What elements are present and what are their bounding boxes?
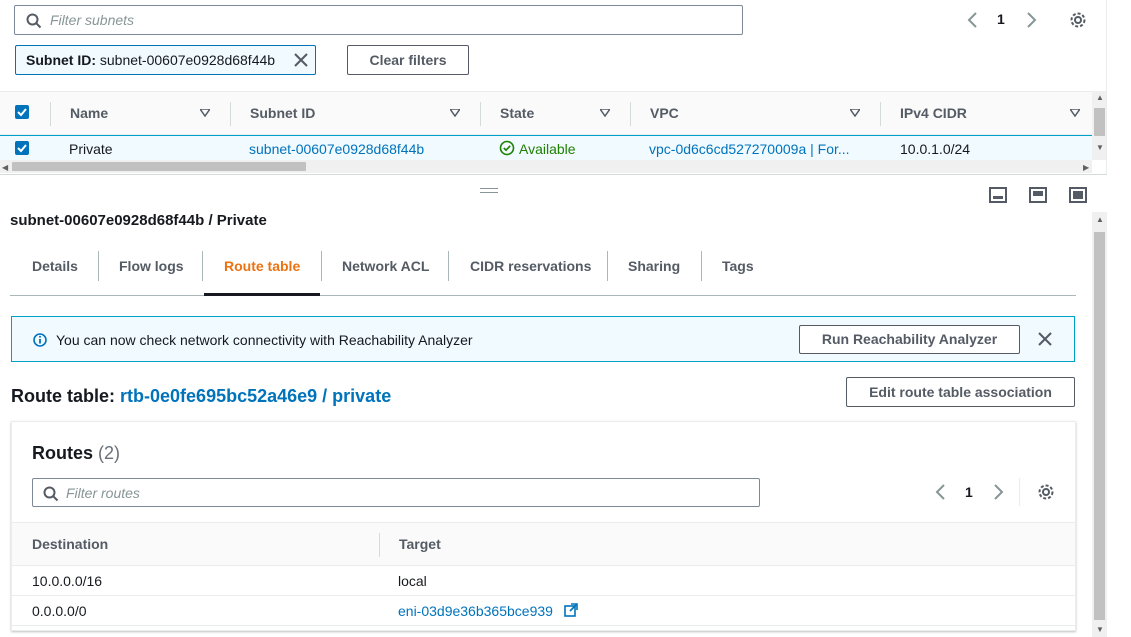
tab-tags[interactable]: Tags bbox=[722, 258, 754, 274]
column-header-target[interactable]: Target bbox=[399, 536, 441, 552]
search-icon bbox=[26, 13, 42, 29]
route-destination: 0.0.0.0/0 bbox=[32, 603, 87, 619]
filter-token-label: Subnet ID: subnet-00607e0928d68f44b bbox=[26, 52, 276, 68]
panel-position-full-icon[interactable] bbox=[1069, 187, 1087, 203]
routes-count: (2) bbox=[98, 443, 121, 463]
panel-position-bottom-icon[interactable] bbox=[989, 187, 1007, 203]
routes-filter-input[interactable]: Filter routes bbox=[32, 478, 760, 507]
next-page-icon[interactable] bbox=[993, 483, 1005, 501]
flash-message: You can now check network connectivity w… bbox=[56, 332, 473, 348]
settings-gear-icon[interactable] bbox=[1069, 11, 1087, 29]
route-destination: 10.0.0.0/16 bbox=[32, 573, 103, 589]
sort-caret-icon[interactable] bbox=[600, 109, 610, 117]
scroll-down-arrow-icon[interactable]: ▼ bbox=[1096, 625, 1104, 634]
edit-route-table-association-button[interactable]: Edit route table association bbox=[846, 377, 1075, 407]
row-vpc-link[interactable]: vpc-0d6c6cd527270009a | For... bbox=[649, 141, 850, 157]
route-table-heading: Route table: rtb-0e0fe695bc52a46e9 / pri… bbox=[11, 386, 391, 407]
column-header-name[interactable]: Name bbox=[70, 105, 108, 121]
route-table-label: Route table: bbox=[11, 386, 116, 406]
tab-bar: Details Flow logs Route table Network AC… bbox=[10, 248, 1076, 296]
close-icon[interactable] bbox=[293, 52, 309, 68]
tab-cidr-reservations[interactable]: CIDR reservations bbox=[470, 258, 591, 274]
table-row: 10.0.0.0/16 local bbox=[12, 566, 1075, 596]
routes-page-number[interactable]: 1 bbox=[965, 484, 973, 500]
row-name: Private bbox=[69, 141, 113, 157]
column-header-state[interactable]: State bbox=[500, 105, 534, 121]
row-subnet-id-link[interactable]: subnet-00607e0928d68f44b bbox=[249, 141, 424, 157]
subnet-filter-placeholder: Filter subnets bbox=[50, 12, 135, 28]
horizontal-scrollbar[interactable]: ◀ ▶ bbox=[0, 160, 1092, 173]
table-row: 0.0.0.0/0 eni-03d9e36b365bce939 bbox=[12, 596, 1075, 626]
tab-sharing[interactable]: Sharing bbox=[628, 258, 680, 274]
row-state: Available bbox=[519, 141, 576, 157]
sort-caret-icon[interactable] bbox=[850, 109, 860, 117]
page-number[interactable]: 1 bbox=[997, 11, 1005, 27]
routes-table-header: Destination Target bbox=[12, 522, 1075, 566]
active-tab-indicator bbox=[204, 293, 320, 296]
routes-heading: Routes (2) bbox=[32, 443, 121, 463]
sort-caret-icon[interactable] bbox=[450, 109, 460, 117]
tab-network-acl[interactable]: Network ACL bbox=[342, 258, 429, 274]
success-check-icon bbox=[499, 140, 515, 156]
scroll-right-arrow-icon[interactable]: ▶ bbox=[1083, 163, 1089, 172]
tab-flow-logs[interactable]: Flow logs bbox=[119, 258, 184, 274]
page-title: subnet-00607e0928d68f44b / Private bbox=[10, 212, 267, 229]
route-target-link[interactable]: eni-03d9e36b365bce939 bbox=[398, 603, 553, 619]
panel-position-side-icon[interactable] bbox=[1029, 187, 1047, 203]
split-divider bbox=[0, 174, 1107, 175]
close-icon[interactable] bbox=[1037, 331, 1053, 347]
route-table-link[interactable]: rtb-0e0fe695bc52a46e9 / private bbox=[120, 386, 391, 406]
resize-handle-icon[interactable] bbox=[480, 188, 498, 193]
sort-caret-icon[interactable] bbox=[200, 109, 210, 117]
filter-token: Subnet ID: subnet-00607e0928d68f44b bbox=[15, 45, 316, 75]
info-icon bbox=[33, 333, 47, 347]
vertical-scrollbar[interactable]: ▲ ▼ bbox=[1092, 91, 1107, 160]
info-flashbar: You can now check network connectivity w… bbox=[11, 316, 1075, 362]
clear-filters-button[interactable]: Clear filters bbox=[347, 45, 469, 75]
subnet-filter-input[interactable]: Filter subnets bbox=[14, 5, 743, 35]
row-cidr: 10.0.1.0/24 bbox=[900, 141, 971, 157]
next-page-icon[interactable] bbox=[1026, 11, 1038, 29]
prev-page-icon[interactable] bbox=[966, 11, 978, 29]
column-header-vpc[interactable]: VPC bbox=[650, 105, 679, 121]
route-target: local bbox=[398, 573, 427, 589]
settings-gear-icon[interactable] bbox=[1037, 483, 1055, 501]
column-header-ipv4-cidr[interactable]: IPv4 CIDR bbox=[900, 105, 967, 121]
tab-route-table[interactable]: Route table bbox=[224, 258, 300, 274]
search-icon bbox=[43, 486, 59, 502]
subnets-table-header: Name Subnet ID State VPC IPv4 CIDR bbox=[0, 91, 1092, 135]
scroll-left-arrow-icon[interactable]: ◀ bbox=[2, 163, 8, 172]
prev-page-icon[interactable] bbox=[934, 483, 946, 501]
column-header-destination[interactable]: Destination bbox=[32, 536, 108, 552]
scroll-up-arrow-icon[interactable]: ▲ bbox=[1096, 93, 1104, 102]
scroll-up-arrow-icon[interactable]: ▲ bbox=[1096, 215, 1104, 224]
vertical-scrollbar[interactable]: ▲ ▼ bbox=[1092, 212, 1107, 637]
column-header-subnet-id[interactable]: Subnet ID bbox=[250, 105, 315, 121]
routes-filter-placeholder: Filter routes bbox=[66, 485, 140, 501]
scroll-down-arrow-icon[interactable]: ▼ bbox=[1096, 143, 1104, 152]
tab-details[interactable]: Details bbox=[32, 258, 78, 274]
table-row[interactable]: Private subnet-00607e0928d68f44b Availab… bbox=[0, 135, 1092, 161]
row-checkbox[interactable] bbox=[15, 141, 29, 155]
routes-container: Routes (2) Filter routes 1 Destination T… bbox=[11, 421, 1076, 631]
select-all-checkbox[interactable] bbox=[15, 105, 29, 119]
sort-caret-icon[interactable] bbox=[1070, 109, 1080, 117]
external-link-icon[interactable] bbox=[564, 603, 578, 617]
run-reachability-analyzer-button[interactable]: Run Reachability Analyzer bbox=[799, 325, 1020, 354]
